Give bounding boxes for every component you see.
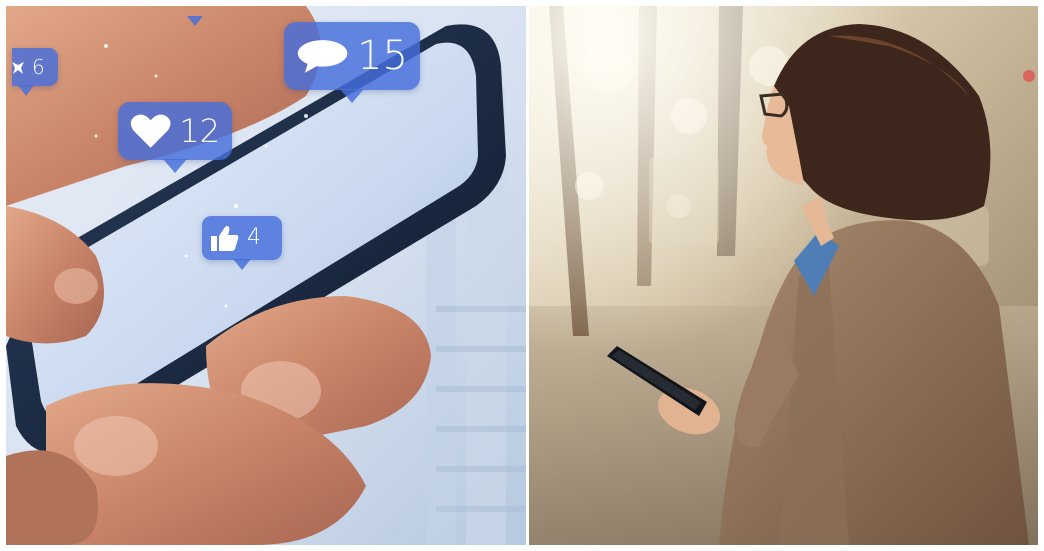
reaction-count: 12 bbox=[179, 112, 220, 150]
phone-hand-illustration bbox=[6, 6, 526, 545]
photo-collage: 6 15 12 4 bbox=[0, 0, 1044, 551]
woman-street-photo bbox=[529, 6, 1038, 545]
phone-hand-photo: 6 15 12 4 bbox=[6, 6, 526, 545]
heart-icon bbox=[130, 114, 171, 148]
reaction-bubble-star: 6 bbox=[12, 48, 58, 96]
woman-street-illustration bbox=[529, 6, 1038, 545]
reaction-count: 4 bbox=[247, 225, 261, 250]
speech-bubble-icon bbox=[297, 40, 348, 73]
thumbs-up-icon bbox=[211, 226, 239, 251]
reaction-bubble-like: 4 bbox=[202, 216, 282, 270]
reaction-bubble-partial bbox=[186, 12, 204, 26]
reaction-bubble-comment: 15 bbox=[284, 22, 420, 103]
reaction-count: 15 bbox=[357, 33, 408, 79]
reaction-bubble-heart: 12 bbox=[118, 102, 232, 173]
reaction-count: 6 bbox=[32, 55, 45, 79]
star-icon bbox=[12, 62, 24, 74]
